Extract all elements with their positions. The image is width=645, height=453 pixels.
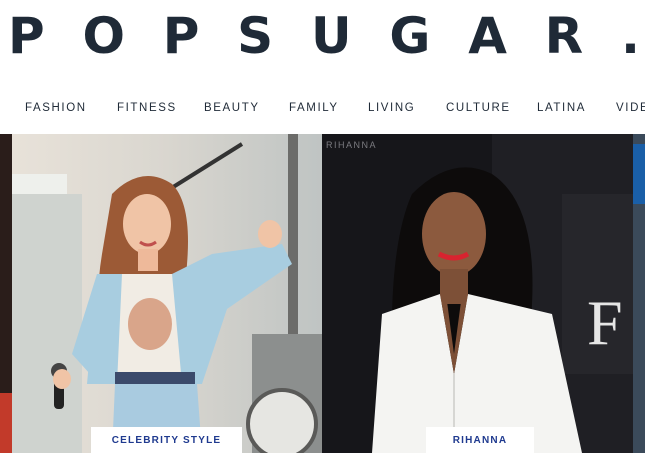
logo-letter: O — [82, 7, 125, 65]
backdrop-text-big: F — [587, 287, 623, 358]
next-card-strip — [633, 144, 645, 204]
nav-item-family[interactable]: FAMILY — [289, 96, 339, 120]
story-carousel: CELEBRITY STYLE RIHANNA F RIHANNA — [0, 134, 645, 453]
story-card-celebrity-style[interactable]: CELEBRITY STYLE — [12, 134, 322, 453]
nav-item-beauty[interactable]: BEAUTY — [204, 96, 260, 120]
story-card-rihanna[interactable]: RIHANNA F RIHANNA — [322, 134, 633, 453]
card-category-label[interactable]: CELEBRITY STYLE — [91, 427, 242, 453]
logo-letter: P — [162, 7, 200, 65]
logo-letter: P — [8, 7, 45, 65]
nav-item-latina[interactable]: LATINA — [537, 96, 586, 120]
nav-item-fitness[interactable]: FITNESS — [117, 96, 177, 120]
logo-letter: A — [468, 7, 507, 65]
rihanna-photo: RIHANNA F — [322, 134, 633, 453]
backdrop-text-small: RIHANNA — [326, 140, 377, 150]
logo-letter: R — [544, 7, 584, 65]
logo-letter: U — [310, 7, 352, 65]
logo-letter: G — [389, 7, 431, 65]
celebrity-style-photo — [12, 134, 322, 453]
card-category-label[interactable]: RIHANNA — [426, 427, 534, 453]
nav-item-video[interactable]: VIDE — [616, 96, 645, 120]
nav-item-fashion[interactable]: FASHION — [25, 96, 87, 120]
previous-card-strip — [0, 393, 12, 453]
main-nav: FASHION FITNESS BEAUTY FAMILY LIVING CUL… — [0, 96, 645, 120]
next-card-edge[interactable] — [633, 134, 645, 453]
popsugar-logo[interactable]: P O P S U G A R . — [8, 6, 640, 66]
logo-letter: S — [237, 7, 274, 65]
nav-item-culture[interactable]: CULTURE — [446, 96, 511, 120]
nav-item-living[interactable]: LIVING — [368, 96, 415, 120]
previous-card-edge[interactable] — [0, 134, 12, 453]
logo-letter: . — [620, 7, 640, 65]
